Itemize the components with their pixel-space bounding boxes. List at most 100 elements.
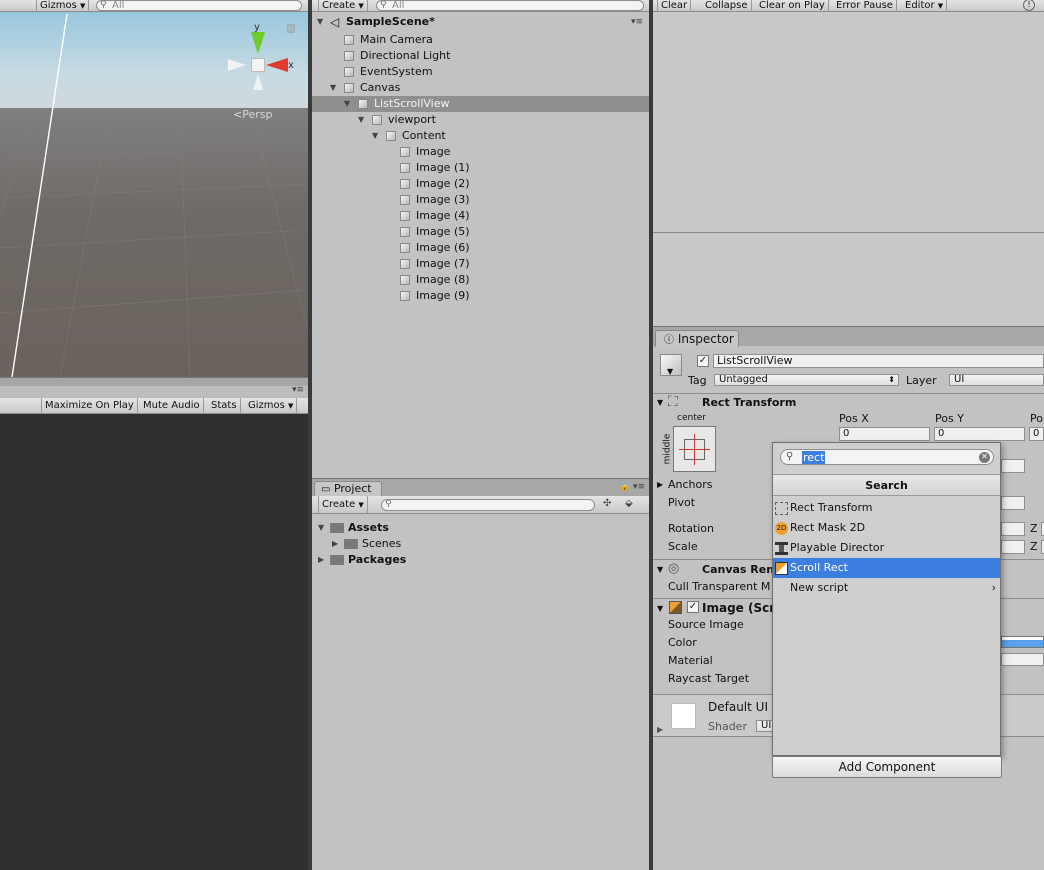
- add-component-button[interactable]: Add Component: [772, 756, 1002, 778]
- anchors-label[interactable]: Anchors: [668, 478, 713, 491]
- project-item[interactable]: ▼ Assets: [312, 520, 649, 536]
- hierarchy-item[interactable]: Image (1): [312, 160, 649, 176]
- axis-y-cone-icon[interactable]: [251, 32, 265, 54]
- console-clear-button[interactable]: Clear: [657, 0, 692, 12]
- game-view-canvas[interactable]: [0, 414, 308, 870]
- panel-menu-icon[interactable]: ▾≡: [292, 385, 304, 395]
- layer-dropdown[interactable]: UI: [949, 374, 1044, 386]
- gameobject-cube-icon: [400, 227, 410, 237]
- component-result-item[interactable]: Scroll Rect: [773, 558, 1000, 578]
- console-info-icon[interactable]: !: [1023, 0, 1035, 11]
- inspector-tab[interactable]: ⓘ Inspector: [655, 330, 739, 347]
- canvas-renderer-title[interactable]: Canvas Ren: [702, 563, 774, 576]
- anchor-presets-button[interactable]: [673, 426, 716, 472]
- axis-neg-x-cone-icon[interactable]: [228, 59, 246, 71]
- component-result-item[interactable]: 2D Rect Mask 2D: [773, 518, 1000, 538]
- console-collapse-toggle[interactable]: Collapse: [702, 0, 752, 12]
- hierarchy-item[interactable]: Image (9): [312, 288, 649, 304]
- scene-root-row[interactable]: ▼ ◁ SampleScene* ▾≡: [312, 14, 649, 30]
- console-editor-dropdown[interactable]: Editor ▼: [902, 0, 948, 12]
- game-gizmos-dropdown[interactable]: Gizmos ▼: [245, 398, 298, 414]
- hierarchy-item[interactable]: ▼ Content: [312, 128, 649, 144]
- hierarchy-item[interactable]: Image (3): [312, 192, 649, 208]
- collapse-arrow-icon[interactable]: ▼: [657, 565, 663, 574]
- hierarchy-item[interactable]: ▼ Canvas: [312, 80, 649, 96]
- expand-arrow-icon[interactable]: ▶: [318, 552, 324, 568]
- hierarchy-item[interactable]: Directional Light: [312, 48, 649, 64]
- pos-x-input[interactable]: 0: [839, 427, 930, 441]
- tag-dropdown[interactable]: Untagged ⬍: [714, 374, 899, 386]
- scene-search-input[interactable]: ⚲ All: [96, 0, 302, 11]
- expand-arrow-icon[interactable]: ▼: [317, 14, 323, 30]
- expand-arrow-icon[interactable]: ▼: [372, 128, 378, 144]
- hierarchy-item[interactable]: ▼ ListScrollView: [312, 96, 649, 112]
- hierarchy-item[interactable]: ▼ viewport: [312, 112, 649, 128]
- stats-toggle[interactable]: Stats: [208, 398, 241, 414]
- gizmo-center-cube-icon[interactable]: [251, 58, 265, 72]
- hierarchy-create-dropdown[interactable]: Create ▼: [318, 0, 368, 12]
- scene-view-panel[interactable]: Gizmos ▼ ⚲ All y x <Persp: [0, 0, 308, 377]
- hierarchy-item[interactable]: Image (2): [312, 176, 649, 192]
- project-tab[interactable]: ▭ Project: [314, 481, 382, 497]
- orientation-gizmo[interactable]: y x: [226, 22, 294, 94]
- active-checkbox[interactable]: ✓: [697, 355, 709, 367]
- hierarchy-item[interactable]: Image (8): [312, 272, 649, 288]
- hierarchy-item[interactable]: EventSystem: [312, 64, 649, 80]
- rotation-y-input[interactable]: [1001, 522, 1025, 536]
- console-clear-on-play-toggle[interactable]: Clear on Play: [756, 0, 829, 12]
- scene-menu-icon[interactable]: ▾≡: [631, 14, 643, 30]
- console-log-list[interactable]: [653, 12, 1044, 233]
- splitter-scene-game[interactable]: [0, 377, 308, 386]
- persp-label[interactable]: <Persp: [233, 108, 272, 121]
- axis-neg-y-cone-icon[interactable]: [253, 74, 263, 90]
- image-enabled-checkbox[interactable]: ✓: [687, 601, 699, 613]
- hierarchy-item[interactable]: Image: [312, 144, 649, 160]
- filter-by-label-icon[interactable]: ⬙: [625, 498, 633, 509]
- component-result-item[interactable]: Rect Transform: [773, 498, 1000, 518]
- scene-gizmos-dropdown[interactable]: Gizmos ▼: [36, 0, 90, 12]
- collapse-arrow-icon[interactable]: ▼: [657, 604, 663, 613]
- filter-by-type-icon[interactable]: ✣: [603, 498, 611, 509]
- expand-arrow-icon[interactable]: ▶: [332, 536, 338, 552]
- component-result-label: Playable Director: [790, 541, 885, 554]
- rect-transform-title[interactable]: Rect Transform: [702, 396, 796, 409]
- project-search-input[interactable]: ⚲: [381, 499, 595, 511]
- scale-y-input[interactable]: [1001, 540, 1025, 554]
- expand-arrow-icon[interactable]: ▼: [318, 520, 324, 536]
- expand-arrow-icon[interactable]: ▼: [344, 96, 350, 112]
- console-detail-area[interactable]: [653, 234, 1044, 326]
- hierarchy-item[interactable]: Image (4): [312, 208, 649, 224]
- pos-z-input[interactable]: 0: [1029, 427, 1044, 441]
- project-item[interactable]: ▶ Packages: [312, 552, 649, 568]
- clear-search-icon[interactable]: ✕: [979, 452, 990, 463]
- pos-y-input[interactable]: 0: [934, 427, 1025, 441]
- pivot-y-input[interactable]: [1001, 496, 1025, 510]
- component-result-item[interactable]: New script ›: [773, 578, 1000, 598]
- add-component-popup: ⚲ rect ✕ Search Rect Transform 2D Rect Mas…: [772, 442, 1001, 756]
- project-create-dropdown[interactable]: Create ▼: [318, 496, 368, 513]
- panel-menu-icon[interactable]: ▾≡: [633, 482, 645, 492]
- mute-audio-toggle[interactable]: Mute Audio: [140, 398, 204, 414]
- expand-arrow-icon[interactable]: ▶: [657, 480, 663, 489]
- expand-arrow-icon[interactable]: ▼: [330, 80, 336, 96]
- object-name-input[interactable]: ListScrollView: [713, 354, 1044, 368]
- maximize-on-play-toggle[interactable]: Maximize On Play: [41, 398, 138, 414]
- collapse-arrow-icon[interactable]: ▼: [657, 398, 663, 407]
- project-lock-icon[interactable]: 🔒: [619, 482, 630, 492]
- hierarchy-item[interactable]: Image (6): [312, 240, 649, 256]
- console-error-pause-toggle[interactable]: Error Pause: [833, 0, 897, 12]
- color-swatch[interactable]: [1001, 636, 1044, 648]
- hierarchy-search-input[interactable]: ⚲ All: [376, 0, 644, 11]
- hierarchy-item[interactable]: Image (7): [312, 256, 649, 272]
- hierarchy-item[interactable]: Image (5): [312, 224, 649, 240]
- component-result-item[interactable]: Playable Director: [773, 538, 1000, 558]
- hierarchy-item[interactable]: Main Camera: [312, 32, 649, 48]
- axis-x-cone-icon[interactable]: [266, 58, 288, 72]
- image-component-title[interactable]: Image (Scr: [702, 601, 775, 615]
- expand-arrow-icon[interactable]: ▼: [358, 112, 364, 128]
- height-input[interactable]: [1001, 459, 1025, 473]
- project-item[interactable]: ▶ Scenes: [312, 536, 649, 552]
- material-field[interactable]: [1001, 653, 1044, 666]
- expand-arrow-icon[interactable]: ▶: [657, 725, 663, 734]
- component-search-input[interactable]: ⚲ rect ✕: [780, 449, 994, 465]
